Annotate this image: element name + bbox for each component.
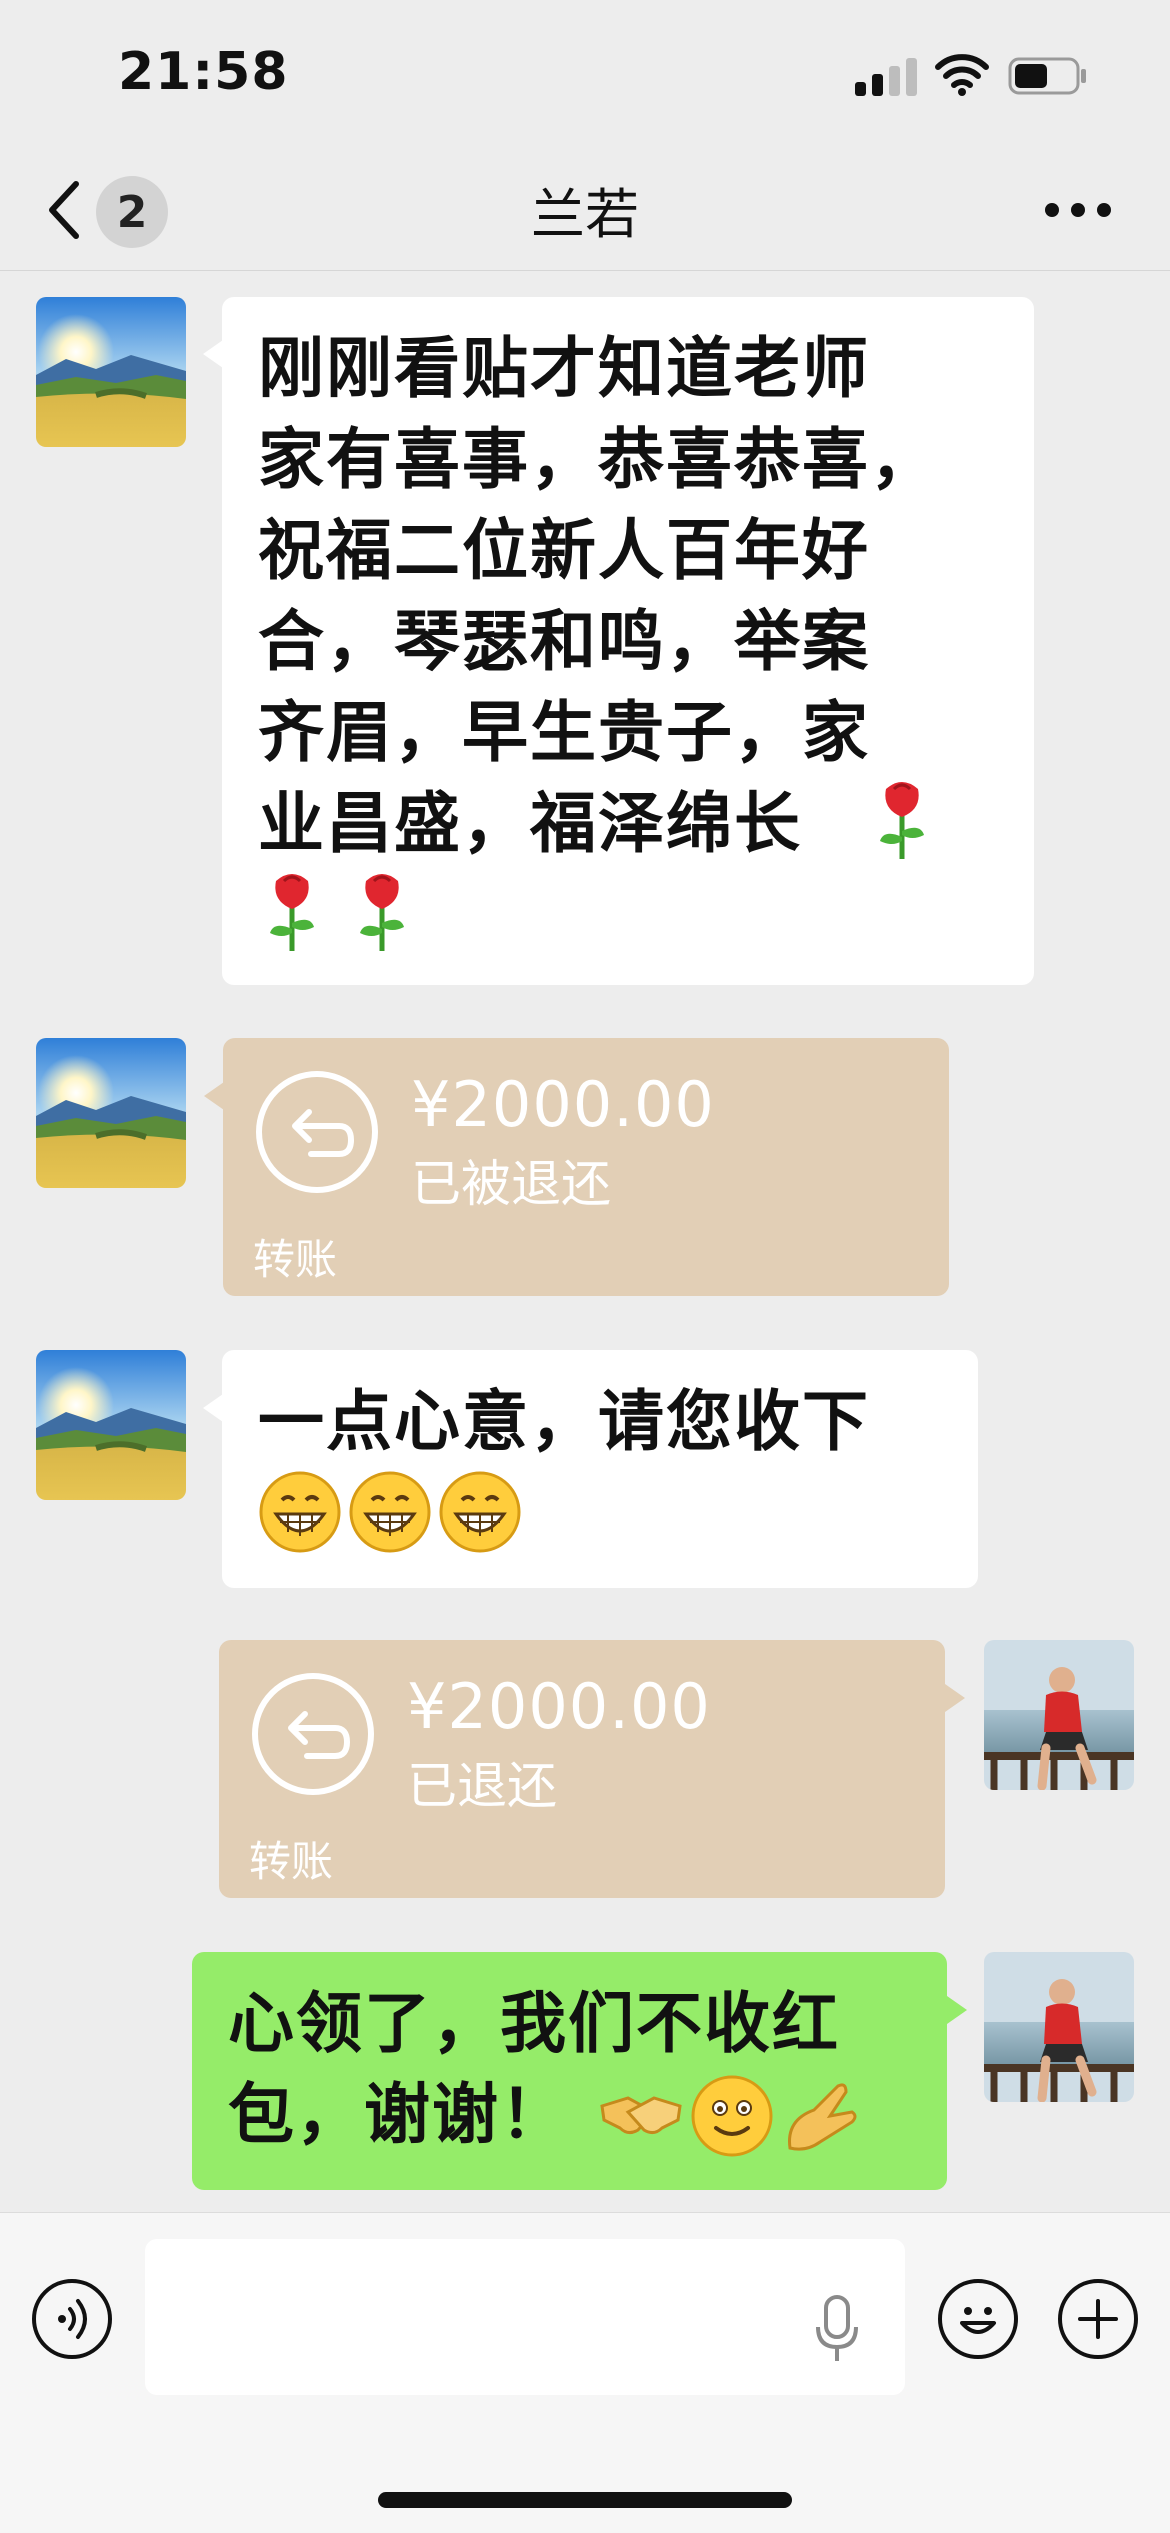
contact-avatar[interactable] bbox=[36, 1038, 186, 1188]
wifi-icon bbox=[935, 54, 989, 96]
message-input[interactable] bbox=[145, 2239, 905, 2395]
grin-emoji bbox=[349, 1471, 431, 1553]
voice-wave-icon bbox=[58, 2299, 87, 2339]
voice-mode-button[interactable] bbox=[32, 2279, 112, 2359]
rose-emoji bbox=[352, 867, 412, 953]
home-indicator bbox=[378, 2492, 792, 2508]
status-time: 21:58 bbox=[118, 42, 289, 102]
grin-emoji bbox=[439, 1471, 521, 1553]
chat-title: 兰若 bbox=[531, 183, 639, 246]
grin-emoji-row bbox=[258, 1470, 522, 1554]
plus-icon bbox=[1078, 2299, 1118, 2339]
more-functions-button[interactable] bbox=[1058, 2279, 1138, 2359]
handshake-emoji bbox=[600, 2096, 682, 2135]
message-bubble-incoming[interactable]: 一点心意，请您收下 bbox=[222, 1350, 978, 1588]
rose-emoji bbox=[262, 867, 322, 953]
nav-bar: 2 兰若 bbox=[0, 150, 1170, 271]
grin-emoji bbox=[259, 1471, 341, 1553]
transfer-status: 已被退还 bbox=[411, 1155, 611, 1213]
transfer-amount: ¥2000.00 bbox=[411, 1068, 715, 1141]
microphone-icon[interactable] bbox=[810, 2293, 864, 2365]
contact-avatar[interactable] bbox=[36, 1350, 186, 1500]
smiley-icon bbox=[960, 2307, 996, 2334]
rose-emoji bbox=[872, 775, 932, 861]
status-bar: 21:58 bbox=[0, 0, 1170, 150]
contact-avatar[interactable] bbox=[36, 297, 186, 447]
ok-hand-emoji bbox=[788, 2083, 857, 2151]
transfer-card-incoming[interactable]: ¥2000.00 已被退还 转账 bbox=[223, 1038, 949, 1296]
emoji-button[interactable] bbox=[938, 2279, 1018, 2359]
transfer-status: 已退还 bbox=[407, 1757, 557, 1815]
transfer-label: 转账 bbox=[249, 1837, 334, 1886]
smile-emoji bbox=[691, 2075, 773, 2157]
more-options-icon[interactable] bbox=[1042, 200, 1114, 220]
reply-emoji-row bbox=[598, 2074, 860, 2158]
cellular-signal-icon bbox=[855, 58, 917, 96]
message-bubble-outgoing[interactable]: 心领了，我们不收红 包，谢谢！ bbox=[192, 1952, 947, 2190]
returned-transfer-icon bbox=[252, 1673, 374, 1795]
transfer-amount: ¥2000.00 bbox=[407, 1670, 711, 1743]
transfer-card-outgoing[interactable]: ¥2000.00 已退还 转账 bbox=[219, 1640, 945, 1898]
my-avatar[interactable] bbox=[984, 1640, 1134, 1790]
transfer-label: 转账 bbox=[253, 1235, 338, 1284]
returned-transfer-icon bbox=[256, 1071, 378, 1193]
battery-icon bbox=[1008, 57, 1086, 95]
message-bubble-incoming[interactable]: 刚刚看贴才知道老师 家有喜事，恭喜恭喜， 祝福二位新人百年好 合，琴瑟和鸣，举案… bbox=[222, 297, 1034, 985]
my-avatar[interactable] bbox=[984, 1952, 1134, 2102]
input-bar bbox=[0, 2212, 1170, 2533]
